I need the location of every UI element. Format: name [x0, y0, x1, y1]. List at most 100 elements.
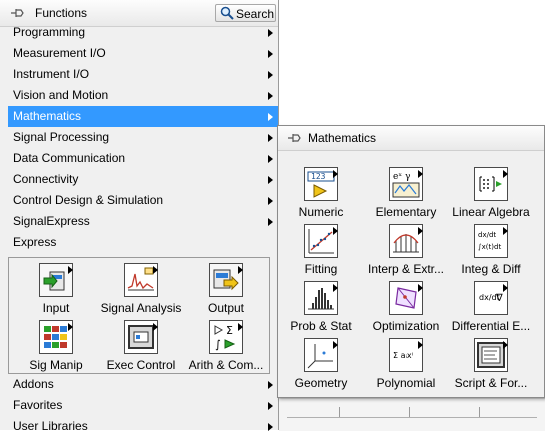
menu-item-express[interactable]: Express: [8, 232, 278, 253]
pin-icon[interactable]: [9, 6, 25, 20]
functions-palette: Functions Search Programming Measurement…: [0, 0, 279, 433]
tile-label: Fitting: [304, 262, 338, 276]
svg-text:∇: ∇: [495, 293, 503, 304]
math-tile-differential-eq[interactable]: dx/dt ∇ Differential E...: [446, 278, 536, 335]
polynomial-icon: Σ aᵢxⁱ: [389, 338, 423, 372]
submenu-arrow-icon: [268, 92, 273, 100]
menu-item-data-communication[interactable]: Data Communication: [8, 148, 278, 169]
express-tile-exec-control[interactable]: Exec Control: [96, 317, 186, 374]
polynomial-text: Σ aᵢxⁱ: [393, 351, 413, 360]
menu-item-label: Programming: [13, 25, 86, 39]
tile-label: Polynomial: [376, 376, 436, 390]
submenu-arrow-icon: [268, 134, 273, 142]
menu-item-connectivity[interactable]: Connectivity: [8, 169, 278, 190]
output-icon: [209, 263, 243, 297]
underlying-window-strip: [279, 398, 545, 431]
search-label: Search: [236, 7, 275, 21]
express-tile-output[interactable]: Output: [181, 260, 271, 317]
tile-label: Signal Analysis: [100, 301, 182, 315]
numeric-icon: 123: [304, 167, 338, 201]
math-tile-integ-diff[interactable]: dx/dt ∫x(t)dt Integ & Diff: [446, 221, 536, 278]
tile-label: Numeric: [298, 205, 344, 219]
menu-item-addons[interactable]: Addons: [8, 374, 278, 395]
express-tile-input[interactable]: Input: [11, 260, 101, 317]
submenu-arrow-icon: [268, 197, 273, 205]
menu-item-label: Vision and Motion: [13, 88, 109, 102]
menu-item-user-libraries[interactable]: User Libraries: [8, 416, 278, 437]
math-tile-linear-algebra[interactable]: Linear Algebra: [446, 164, 536, 221]
linear-algebra-icon: [474, 167, 508, 201]
submenu-arrow-icon: [268, 402, 273, 410]
submenu-arrow-icon: [268, 50, 273, 58]
menu-item-label: Mathematics: [13, 109, 82, 123]
tile-label: Sig Manip: [29, 358, 83, 372]
menu-item-mathematics[interactable]: Mathematics: [8, 106, 278, 127]
menu-item-programming[interactable]: Programming: [8, 22, 278, 43]
express-tile-sig-manip[interactable]: Sig Manip: [11, 317, 101, 374]
math-tile-geometry[interactable]: Geometry: [276, 335, 366, 392]
svg-text:∫: ∫: [215, 338, 221, 351]
submenu-arrow-icon: [268, 218, 273, 226]
tile-label: Differential E...: [451, 319, 531, 333]
menu-item-signal-processing[interactable]: Signal Processing: [8, 127, 278, 148]
math-tile-script-formula[interactable]: Script & For...: [446, 335, 536, 392]
express-palette-grid: Input Signal Analysis Output Sig Manip E…: [8, 257, 270, 374]
submenu-arrow-icon: [268, 155, 273, 163]
math-tile-optimization[interactable]: Optimization: [361, 278, 451, 335]
background-tick: [339, 407, 340, 417]
script-formula-icon: [474, 338, 508, 372]
math-tile-interp-extrap[interactable]: Interp & Extr...: [361, 221, 451, 278]
search-icon: [220, 6, 234, 20]
integ-diff-icon: dx/dt ∫x(t)dt: [474, 224, 508, 258]
exec-control-icon: [124, 320, 158, 354]
menu-item-label: Instrument I/O: [13, 67, 90, 81]
tile-label: Linear Algebra: [452, 205, 530, 219]
background-tick: [409, 407, 410, 417]
menu-item-signalexpress[interactable]: SignalExpress: [8, 211, 278, 232]
menu-item-label: Express: [13, 235, 57, 249]
tile-label: Output: [207, 301, 245, 315]
arith-comparison-icon: Σ ∫: [209, 320, 243, 354]
menu-item-label: SignalExpress: [13, 214, 90, 228]
differential-eq-icon: dx/dt ∇: [474, 281, 508, 315]
input-icon: [39, 263, 73, 297]
menu-item-label: Control Design & Simulation: [13, 193, 164, 207]
tile-label: Prob & Stat: [290, 319, 352, 333]
math-tile-fitting[interactable]: Fitting: [276, 221, 366, 278]
svg-text:Σ: Σ: [226, 324, 233, 337]
geometry-icon: [304, 338, 338, 372]
search-button[interactable]: Search: [215, 4, 276, 22]
menu-item-label: Favorites: [13, 398, 63, 412]
tile-label: Script & For...: [454, 376, 528, 390]
mathematics-title: Mathematics: [308, 131, 377, 145]
math-tile-numeric[interactable]: 123 Numeric: [276, 164, 366, 221]
tile-label: Exec Control: [106, 358, 176, 372]
menu-item-label: Addons: [13, 377, 54, 391]
menu-item-label: User Libraries: [13, 419, 88, 433]
menu-item-favorites[interactable]: Favorites: [8, 395, 278, 416]
elementary-icon: eˣ γ: [389, 167, 423, 201]
signal-analysis-icon: [124, 263, 158, 297]
functions-title: Functions: [35, 6, 88, 20]
menu-item-vision-motion[interactable]: Vision and Motion: [8, 85, 278, 106]
tile-label: Integ & Diff: [461, 262, 521, 276]
sig-manip-icon: [39, 320, 73, 354]
background-line: [287, 417, 537, 418]
mathematics-title-bar[interactable]: Mathematics: [278, 126, 544, 151]
tile-label: Elementary: [375, 205, 437, 219]
express-tile-signal-analysis[interactable]: Signal Analysis: [96, 260, 186, 317]
interp-extrap-icon: [389, 224, 423, 258]
menu-item-instrument-io[interactable]: Instrument I/O: [8, 64, 278, 85]
math-tile-polynomial[interactable]: Σ aᵢxⁱ Polynomial: [361, 335, 451, 392]
mathematics-palette: Mathematics 123 Numeric eˣ γ Elementary: [277, 125, 545, 398]
menu-item-label: Connectivity: [13, 172, 79, 186]
menu-item-control-design-simulation[interactable]: Control Design & Simulation: [8, 190, 278, 211]
pin-icon[interactable]: [286, 131, 302, 145]
menu-item-measurement-io[interactable]: Measurement I/O: [8, 43, 278, 64]
submenu-arrow-icon: [268, 113, 273, 121]
tile-label: Geometry: [294, 376, 348, 390]
tile-label: Arith & Com...: [188, 358, 264, 372]
math-tile-prob-stat[interactable]: Prob & Stat: [276, 278, 366, 335]
express-tile-arith-comparison[interactable]: Σ ∫ Arith & Com...: [181, 317, 271, 374]
math-tile-elementary[interactable]: eˣ γ Elementary: [361, 164, 451, 221]
